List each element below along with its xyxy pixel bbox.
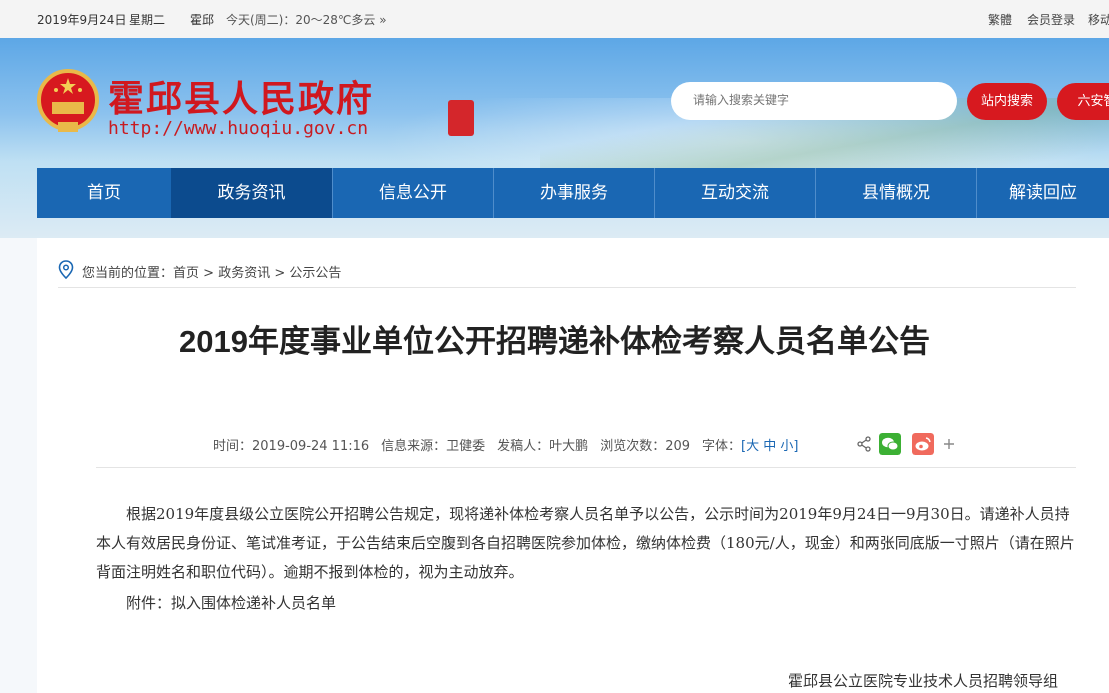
content-panel bbox=[37, 238, 1109, 693]
site-url: http://www.huoqiu.gov.cn bbox=[108, 118, 369, 139]
divider bbox=[96, 467, 1076, 468]
nav-interpretation[interactable]: 解读回应 bbox=[977, 168, 1109, 218]
nav-info-disclosure[interactable]: 信息公开 bbox=[333, 168, 493, 218]
weather-info[interactable]: 今天(周二)：20～28℃多云 » bbox=[226, 11, 387, 28]
font-size-label: 字体： bbox=[702, 439, 742, 454]
seal-icon bbox=[448, 100, 474, 136]
search-input[interactable] bbox=[691, 92, 945, 108]
view-count: 浏览次数：209 bbox=[600, 439, 691, 454]
nav-interaction[interactable]: 互动交流 bbox=[655, 168, 815, 218]
publish-time: 时间：2019-09-24 11:16 bbox=[213, 439, 370, 454]
luan-search-button[interactable]: 六安智 bbox=[1057, 83, 1109, 120]
current-date: 2019年9月24日 bbox=[37, 13, 127, 27]
info-source: 信息来源：卫健委 bbox=[381, 439, 486, 454]
main-nav: 首页 政务资讯 信息公开 办事服务 互动交流 县情概况 解读回应 bbox=[37, 168, 1109, 218]
nav-county-overview[interactable]: 县情概况 bbox=[816, 168, 976, 218]
mobile-link[interactable]: 移动 bbox=[1088, 11, 1109, 28]
attachment-link[interactable]: 附件：拟入围体检递补人员名单 bbox=[126, 592, 336, 613]
nav-home[interactable]: 首页 bbox=[37, 168, 171, 218]
weibo-share-icon[interactable] bbox=[912, 433, 934, 455]
share-icon[interactable] bbox=[856, 436, 872, 452]
top-bar: 2019年9月24日 星期二 霍邱 今天(周二)：20～28℃多云 » 繁體 会… bbox=[0, 0, 1109, 39]
article-signature: 霍邱县公立医院专业技术人员招聘领导组 bbox=[788, 672, 1059, 690]
nav-government-news[interactable]: 政务资讯 bbox=[171, 168, 332, 218]
more-share-icon[interactable] bbox=[942, 437, 956, 451]
traditional-chinese-link[interactable]: 繁體 bbox=[988, 11, 1012, 28]
article-meta: 时间：2019-09-24 11:16 信息来源：卫健委 发稿人：叶大鹏 浏览次数：2… bbox=[213, 435, 810, 454]
current-weekday: 星期二 bbox=[129, 13, 166, 27]
site-search-button[interactable]: 站内搜索 bbox=[967, 83, 1047, 120]
article-body: 根据2019年度县级公立医院公开招聘公告规定，现将递补体检考察人员名单予以公告，… bbox=[96, 500, 1081, 587]
author: 发稿人：叶大鹏 bbox=[497, 439, 589, 454]
article-paragraph: 根据2019年度县级公立医院公开招聘公告规定，现将递补体检考察人员名单予以公告，… bbox=[96, 505, 1075, 581]
breadcrumb-current[interactable]: 公示公告 bbox=[289, 266, 341, 281]
breadcrumb-separator: > bbox=[270, 266, 290, 281]
divider bbox=[58, 287, 1076, 288]
location-pin-icon bbox=[58, 260, 74, 280]
breadcrumb-prefix: 您当前的位置： bbox=[82, 266, 174, 281]
search-box bbox=[671, 82, 957, 120]
article-title: 2019年度事业单位公开招聘递补体检考察人员名单公告 bbox=[179, 324, 930, 359]
weather-city: 霍邱 bbox=[190, 13, 215, 27]
site-title[interactable]: 霍邱县人民政府 bbox=[108, 70, 374, 122]
breadcrumb-home[interactable]: 首页 bbox=[173, 266, 199, 281]
national-emblem-icon bbox=[37, 69, 99, 132]
wechat-share-icon[interactable] bbox=[879, 433, 901, 455]
nav-services[interactable]: 办事服务 bbox=[494, 168, 654, 218]
member-login-link[interactable]: 会员登录 bbox=[1027, 11, 1075, 28]
breadcrumb-text: 您当前的位置：首页 > 政务资讯 > 公示公告 bbox=[82, 262, 341, 281]
breadcrumb-section[interactable]: 政务资讯 bbox=[218, 266, 270, 281]
breadcrumb-separator: > bbox=[199, 266, 219, 281]
font-size-selector[interactable]: [大 中 小] bbox=[741, 439, 798, 454]
